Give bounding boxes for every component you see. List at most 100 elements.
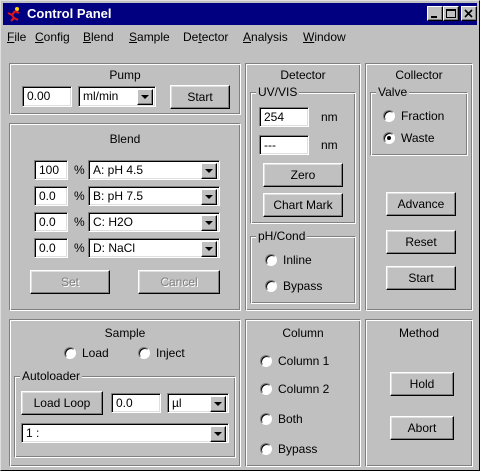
minimize-button[interactable] (427, 6, 443, 21)
blend-d-solvent-value: D: NaCl (93, 241, 136, 255)
chevron-down-icon[interactable] (201, 215, 217, 231)
blend-b-percent-symbol: % (74, 189, 85, 203)
radio-circle (138, 347, 150, 359)
menu-config-key: C (35, 30, 44, 44)
menu-blend[interactable]: Blend (83, 30, 114, 44)
load-loop-button[interactable]: Load Loop (21, 391, 103, 415)
blend-a-percent-input[interactable]: 100 (34, 160, 68, 180)
wavelength1-input[interactable]: 254 (259, 107, 309, 127)
method-title: Method (398, 326, 440, 340)
radio-circle (265, 280, 277, 292)
column-panel: Column Column 1 Column 2 Both Bypass (245, 319, 361, 467)
radio-selected-dot (387, 136, 391, 140)
menu-window[interactable]: Window (303, 30, 346, 44)
volume-unit-select[interactable]: µl (167, 393, 229, 413)
phcond-label: pH/Cond (256, 229, 308, 243)
wavelength2-unit: nm (321, 138, 338, 152)
menu-detector[interactable]: Detector (183, 30, 228, 44)
column-title: Column (282, 326, 324, 340)
detector-panel: Detector UV/VIS 254 nm --- nm Zero Chart… (245, 63, 361, 311)
maximize-icon (446, 9, 456, 18)
chevron-down-icon[interactable] (137, 89, 153, 105)
volume-input[interactable]: 0.0 (111, 393, 161, 413)
menu-blend-rest: lend (91, 30, 114, 44)
reset-button[interactable]: Reset (386, 230, 456, 254)
radio-circle (64, 347, 76, 359)
blend-c-solvent-value: C: H2O (93, 215, 134, 229)
sample-inject-label: Inject (156, 346, 185, 360)
maximize-button[interactable] (443, 6, 459, 21)
menu-file-rest: ile (14, 30, 27, 44)
column-2-label: Column 2 (278, 382, 330, 396)
blend-panel: Blend 100 % A: pH 4.5 0.0 % B: pH 7.5 0.… (9, 123, 241, 311)
blend-set-button[interactable]: Set (30, 270, 110, 294)
blend-b-percent-input[interactable]: 0.0 (34, 186, 68, 206)
autoloader-group: Autoloader Load Loop 0.0 µl 1 : (14, 369, 236, 458)
menu-config[interactable]: Config (35, 30, 70, 44)
chevron-down-icon[interactable] (210, 426, 226, 442)
menu-bar: File Config Blend Sample Detector Analys… (3, 27, 477, 47)
blend-title: Blend (109, 132, 141, 146)
chevron-down-icon[interactable] (210, 396, 226, 412)
chevron-down-icon[interactable] (201, 189, 217, 205)
collector-start-button[interactable]: Start (386, 266, 456, 290)
blend-b-solvent-value: B: pH 7.5 (93, 189, 144, 203)
autoloader-label: Autoloader (20, 369, 83, 383)
flow-unit-select[interactable]: ml/min (78, 86, 156, 107)
radio-circle (265, 254, 277, 266)
column-both-label: Both (278, 412, 303, 426)
uvvis-label: UV/VIS (256, 85, 300, 99)
flow-rate-input[interactable]: 0.00 (22, 86, 72, 107)
window-title: Control Panel (27, 6, 112, 21)
chart-mark-button[interactable]: Chart Mark (263, 193, 343, 217)
blend-a-solvent-select[interactable]: A: pH 4.5 (88, 160, 220, 180)
abort-button[interactable]: Abort (390, 416, 454, 440)
radio-circle (260, 443, 272, 455)
control-panel-window: Control Panel File Config Blend Sample D… (0, 0, 480, 471)
collector-panel: Collector Valve Fraction Waste Advance R… (365, 63, 473, 311)
blend-cancel-button[interactable]: Cancel (138, 270, 220, 294)
menu-sample[interactable]: Sample (129, 30, 170, 44)
column-1-label: Column 1 (278, 354, 330, 368)
menu-sample-rest: ample (137, 30, 170, 44)
pump-title: Pump (109, 68, 141, 82)
minimize-icon (431, 16, 437, 18)
wavelength2-input[interactable]: --- (259, 135, 309, 155)
flow-unit-value: ml/min (83, 89, 119, 103)
collector-title: Collector (395, 68, 443, 82)
blend-d-percent-input[interactable]: 0.0 (34, 238, 68, 258)
menu-sample-key: S (129, 30, 138, 44)
title-bar[interactable]: Control Panel (3, 3, 477, 25)
volume-unit-value: µl (172, 396, 182, 410)
sample-title: Sample (104, 326, 146, 340)
menu-analysis[interactable]: Analysis (243, 30, 288, 44)
menu-file[interactable]: File (7, 30, 26, 44)
menu-detector-pre: De (183, 30, 199, 44)
blend-c-solvent-select[interactable]: C: H2O (88, 212, 220, 232)
phcond-bypass-label: Bypass (283, 279, 323, 293)
blend-c-percent-input[interactable]: 0.0 (34, 212, 68, 232)
autoloader-position-select[interactable]: 1 : (21, 423, 229, 443)
blend-b-solvent-select[interactable]: B: pH 7.5 (88, 186, 220, 206)
zero-button[interactable]: Zero (263, 163, 343, 187)
radio-circle (383, 110, 395, 122)
radio-circle (260, 413, 272, 425)
chevron-down-icon[interactable] (201, 241, 217, 257)
advance-button[interactable]: Advance (386, 192, 456, 216)
hold-button[interactable]: Hold (390, 372, 454, 396)
blend-d-solvent-select[interactable]: D: NaCl (88, 238, 220, 258)
blend-a-percent-symbol: % (74, 163, 85, 177)
sample-load-label: Load (82, 346, 109, 360)
chevron-down-icon[interactable] (201, 163, 217, 179)
valve-group: Valve Fraction Waste (370, 85, 468, 156)
blend-c-percent-symbol: % (74, 215, 85, 229)
pump-start-button[interactable]: Start (170, 85, 230, 109)
menu-analysis-key: A (243, 30, 252, 44)
radio-circle (383, 132, 395, 144)
radio-circle (260, 355, 272, 367)
close-button[interactable] (461, 6, 477, 21)
uvvis-group: UV/VIS 254 nm --- nm Zero Chart Mark (250, 85, 356, 224)
dancing-figure-icon[interactable] (6, 6, 22, 22)
valve-fraction-label: Fraction (401, 109, 445, 123)
sample-panel: Sample Load Inject Autoloader Load Loop … (9, 319, 241, 467)
